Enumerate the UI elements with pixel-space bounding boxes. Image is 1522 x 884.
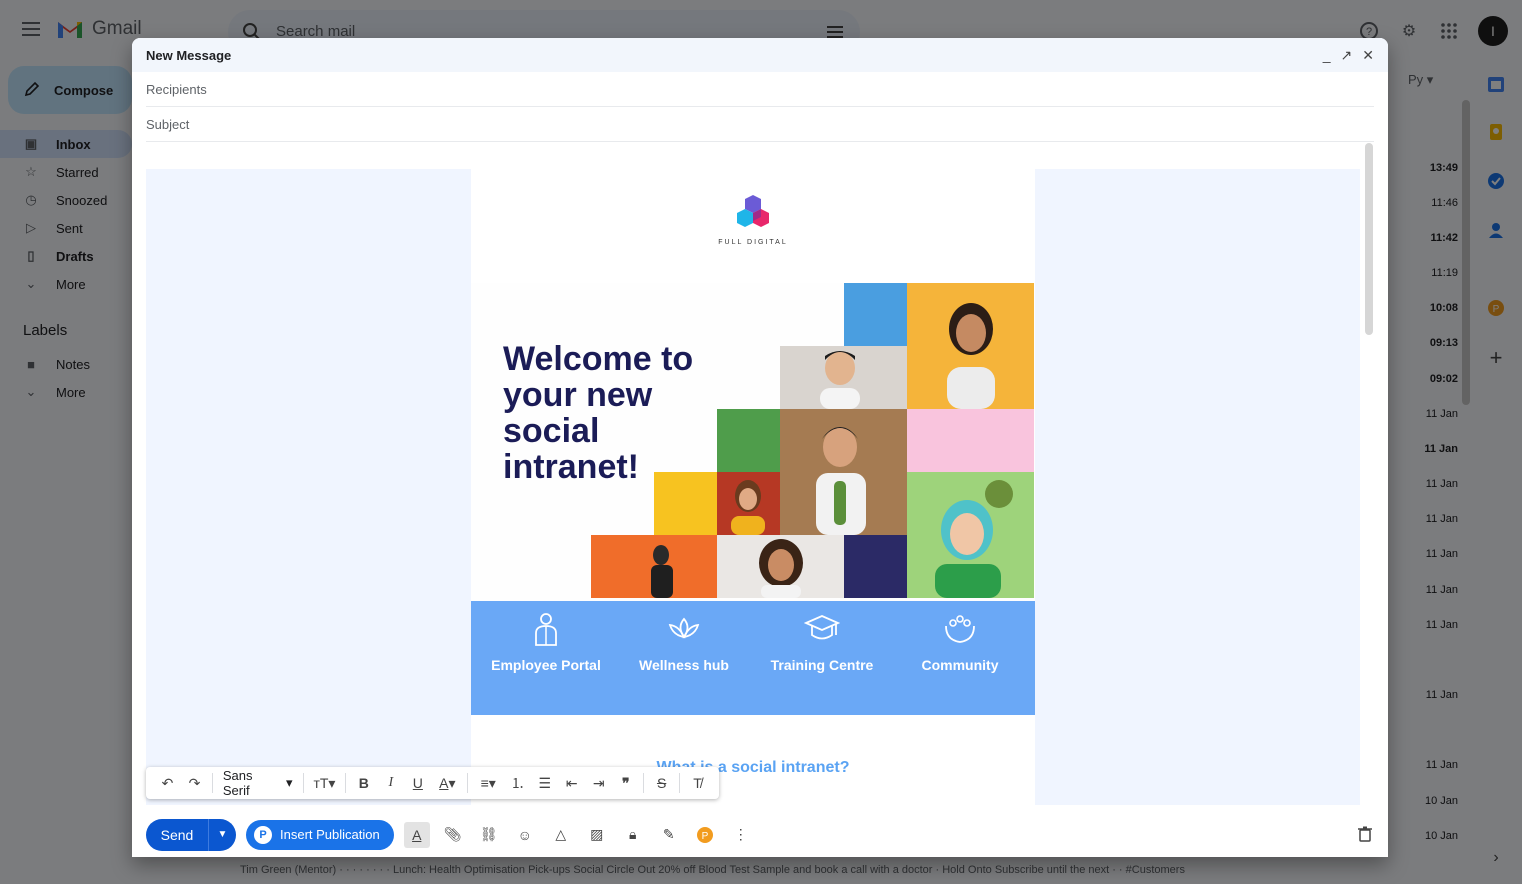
send-button[interactable]: Send [146, 818, 208, 851]
newsletter-content: FULL DIGITAL Welcome to your new social … [471, 169, 1035, 805]
confidential-lock-icon[interactable]: 🔒︎ [620, 822, 646, 848]
text-color-icon[interactable]: A ▾ [431, 770, 463, 796]
undo-icon[interactable]: ↶ [154, 770, 181, 796]
bulleted-list-icon[interactable]: ☰ [531, 770, 558, 796]
feature-label: Wellness hub [639, 657, 729, 673]
publication-icon: P [254, 825, 272, 844]
caret-down-icon: ▼ [217, 829, 228, 840]
lotus-icon [667, 611, 701, 647]
compose-header: New Message _ ↗ ✕ [132, 38, 1388, 72]
bold-icon[interactable]: B [350, 770, 377, 796]
cubes-logo-icon [737, 195, 769, 227]
feature-employee-portal[interactable]: Employee Portal [481, 611, 611, 715]
community-hands-icon [942, 611, 978, 647]
send-group: Send ▼ [146, 818, 236, 851]
divider [345, 773, 347, 793]
send-options-button[interactable]: ▼ [208, 818, 236, 851]
insert-photo-icon[interactable]: ▨ [584, 822, 610, 848]
font-family-select[interactable]: Sans Serif ▾ [217, 768, 299, 798]
strikethrough-icon[interactable]: S [648, 770, 675, 796]
feature-wellness-hub[interactable]: Wellness hub [619, 611, 749, 715]
link-icon[interactable]: ⛓ [476, 822, 502, 848]
divider [643, 773, 645, 793]
italic-icon[interactable]: I [377, 770, 404, 796]
font-size-icon[interactable]: тT▾ [307, 770, 341, 796]
drive-icon[interactable]: △ [548, 822, 574, 848]
person-photo [780, 346, 907, 409]
insert-publication-label: Insert Publication [280, 827, 380, 842]
close-icon[interactable]: ✕ [1362, 47, 1374, 64]
window-controls: _ ↗ ✕ [1323, 47, 1374, 64]
attach-icon[interactable]: 📎︎ [440, 822, 466, 848]
color-tile [844, 535, 907, 598]
subject-placeholder: Subject [146, 116, 190, 132]
feature-training-centre[interactable]: Training Centre [757, 611, 887, 715]
features-bar: Employee Portal Wellness hub Training Ce… [471, 601, 1035, 715]
color-tile [717, 409, 780, 472]
insert-publication-button[interactable]: P Insert Publication [246, 819, 394, 850]
recipients-field[interactable]: Recipients [146, 72, 1374, 107]
headline: Welcome to your new social intranet! [503, 340, 694, 486]
underline-icon[interactable]: U [404, 770, 431, 796]
compose-window: New Message _ ↗ ✕ Recipients Subject FUL… [132, 38, 1388, 857]
brand-logo: FULL DIGITAL [704, 175, 802, 265]
minimize-icon[interactable]: _ [1323, 47, 1331, 63]
compose-scrollbar[interactable] [1365, 143, 1373, 335]
remove-formatting-icon[interactable]: T̸ [684, 770, 711, 796]
publication-addon-icon[interactable]: P [692, 822, 718, 848]
formatting-toolbar: ↶ ↷ Sans Serif ▾ тT▾ B I U A ▾ ≡▾ ⒈ ☰ ⇤ ⇥ … [146, 767, 719, 799]
caret-down-icon: ▾ [286, 775, 293, 790]
subject-field[interactable]: Subject [146, 107, 1374, 142]
divider [679, 773, 681, 793]
quote-icon[interactable]: ❞ [612, 770, 639, 796]
signature-pen-icon[interactable]: ✎ [656, 822, 682, 848]
more-options-icon[interactable]: ⋮ [728, 822, 754, 848]
message-body[interactable]: FULL DIGITAL Welcome to your new social … [146, 169, 1360, 805]
brand-name: FULL DIGITAL [718, 239, 788, 246]
divider [212, 773, 213, 793]
recipients-placeholder: Recipients [146, 81, 207, 97]
compose-title: New Message [146, 47, 232, 63]
redo-icon[interactable]: ↷ [181, 770, 208, 796]
feature-community[interactable]: Community [895, 611, 1025, 715]
divider [302, 773, 304, 793]
person-photo [907, 283, 1034, 409]
divider [467, 773, 469, 793]
font-family-value: Sans Serif [222, 768, 253, 798]
person-photo [907, 472, 1034, 598]
align-icon[interactable]: ≡▾ [472, 770, 504, 796]
indent-more-icon[interactable]: ⇥ [585, 770, 612, 796]
emoji-icon[interactable]: ☺ [512, 822, 538, 848]
numbered-list-icon[interactable]: ⒈ [504, 770, 531, 796]
hero-section: Welcome to your new social intranet! [471, 283, 1035, 601]
person-photo [717, 535, 844, 598]
formatting-options-icon[interactable]: A [403, 821, 430, 848]
svg-text:P: P [701, 831, 708, 842]
indent-less-icon[interactable]: ⇤ [558, 770, 585, 796]
feature-label: Training Centre [770, 657, 874, 673]
person-photo [780, 409, 907, 535]
color-tile [844, 283, 907, 346]
color-tile [907, 409, 1034, 472]
discard-trash-icon[interactable] [1358, 826, 1372, 847]
color-tile [654, 472, 717, 535]
feature-label: Community [921, 657, 999, 673]
expand-icon[interactable]: ↗ [1341, 47, 1353, 64]
person-photo [591, 535, 717, 598]
compose-footer: Send ▼ P Insert Publication A 📎︎ ⛓ ☺ △ ▨… [132, 812, 1388, 857]
person-photo [717, 472, 780, 535]
employee-icon [532, 611, 560, 647]
graduation-cap-icon [804, 611, 840, 647]
feature-label: Employee Portal [491, 657, 601, 673]
